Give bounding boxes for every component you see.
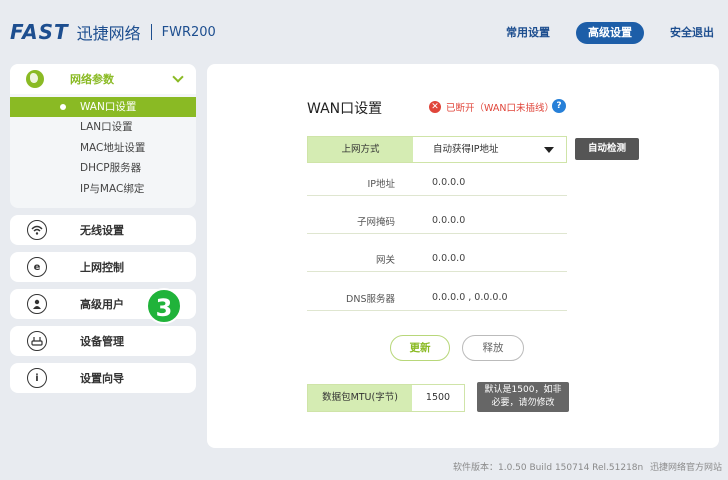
step-number-badge: 3 xyxy=(146,288,182,324)
page-title: WAN口设置 xyxy=(307,101,383,117)
field-value: 0.0.0.0 xyxy=(432,215,466,226)
field-label: IP地址 xyxy=(367,178,395,190)
field-gateway: 网关 0.0.0.0 xyxy=(307,246,567,272)
sidebar-item-label: 无线设置 xyxy=(80,224,124,237)
nav-advanced-settings[interactable]: 高级设置 xyxy=(576,22,644,44)
mtu-label: 数据包MTU(字节) xyxy=(308,385,412,411)
chevron-down-icon xyxy=(172,71,184,83)
model-name: FWR200 xyxy=(161,24,216,40)
brand-name: 迅捷网络 xyxy=(76,24,141,43)
status-text: 已断开（WAN口未插线） xyxy=(446,103,554,114)
sidebar-item-access-control[interactable]: e 上网控制 xyxy=(10,252,196,282)
main-panel: WAN口设置 ✕ 已断开（WAN口未插线） ? 上网方式 自动获得IP地址 自动… xyxy=(207,64,719,448)
field-subnet: 子网掩码 0.0.0.0 xyxy=(307,208,567,234)
sidebar-item-label: 高级用户 xyxy=(80,298,124,311)
sidebar-item-setup-wizard[interactable]: i 设置向导 xyxy=(10,363,196,393)
field-label: 网关 xyxy=(375,254,395,266)
e-icon: e xyxy=(27,257,47,277)
sidebar-item-mac[interactable]: MAC地址设置 xyxy=(10,138,196,159)
sidebar-group-network: 网络参数 WAN口设置 LAN口设置 MAC地址设置 DHCP服务器 IP与MA… xyxy=(10,64,196,208)
field-dns: DNS服务器 0.0.0.0 , 0.0.0.0 xyxy=(307,285,567,311)
auto-detect-button[interactable]: 自动检测 xyxy=(575,138,639,160)
caret-down-icon xyxy=(544,147,554,153)
sidebar-item-label: 上网控制 xyxy=(80,261,124,274)
info-icon: i xyxy=(27,368,47,388)
top-nav: 常用设置 高级设置 安全退出 xyxy=(480,22,714,44)
update-button[interactable]: 更新 xyxy=(390,335,450,361)
sidebar-item-dhcp[interactable]: DHCP服务器 xyxy=(10,158,196,179)
field-value: 0.0.0.0 xyxy=(432,253,466,264)
connection-type-label: 上网方式 xyxy=(308,137,413,162)
sidebar-item-ip-mac-bind[interactable]: IP与MAC绑定 xyxy=(10,179,196,200)
user-icon xyxy=(27,294,47,314)
error-icon: ✕ xyxy=(429,101,441,113)
connection-type-select[interactable]: 上网方式 自动获得IP地址 xyxy=(307,136,567,163)
mtu-input[interactable]: 1500 xyxy=(412,385,464,411)
nav-common-settings[interactable]: 常用设置 xyxy=(506,22,550,44)
software-version: 软件版本：1.0.50 Build 150714 Rel.51218n xyxy=(453,463,644,473)
globe-icon xyxy=(26,70,44,88)
logo-divider xyxy=(150,24,152,40)
sidebar-item-lan[interactable]: LAN口设置 xyxy=(10,117,196,138)
field-ip: IP地址 0.0.0.0 xyxy=(307,170,567,196)
sidebar-item-device-management[interactable]: 设备管理 xyxy=(10,326,196,356)
brand-logo: FAST 迅捷网络 FWR200 xyxy=(10,20,216,44)
nav-logout[interactable]: 安全退出 xyxy=(670,22,714,44)
selected-value: 自动获得IP地址 xyxy=(433,144,499,155)
sidebar-item-wireless[interactable]: 无线设置 xyxy=(10,215,196,245)
field-value: 0.0.0.0 , 0.0.0.0 xyxy=(432,292,508,303)
router-icon xyxy=(27,331,47,351)
sidebar-group-label: 网络参数 xyxy=(70,73,114,86)
release-button[interactable]: 释放 xyxy=(462,335,524,361)
sidebar-group-header[interactable]: 网络参数 xyxy=(10,64,196,94)
wifi-icon xyxy=(27,220,47,240)
field-value: 0.0.0.0 xyxy=(432,177,466,188)
official-site-link[interactable]: 迅捷网络官方网站 xyxy=(650,460,722,473)
sidebar-item-label: 设置向导 xyxy=(80,372,124,385)
connection-status: ✕ 已断开（WAN口未插线） xyxy=(429,100,554,114)
sidebar-item-label: 设备管理 xyxy=(80,335,124,348)
field-label: 子网掩码 xyxy=(356,216,395,228)
help-icon[interactable]: ? xyxy=(552,99,566,113)
mtu-tooltip: 默认是1500，如非必要，请勿修改 xyxy=(477,382,569,412)
logo-text: FAST xyxy=(10,20,69,44)
mtu-field: 数据包MTU(字节) 1500 xyxy=(307,384,465,412)
header: FAST 迅捷网络 FWR200 常用设置 高级设置 安全退出 xyxy=(0,0,728,62)
connection-type-value[interactable]: 自动获得IP地址 xyxy=(413,137,566,162)
sidebar-item-wan[interactable]: WAN口设置 xyxy=(10,97,196,117)
field-label: DNS服务器 xyxy=(346,293,395,305)
